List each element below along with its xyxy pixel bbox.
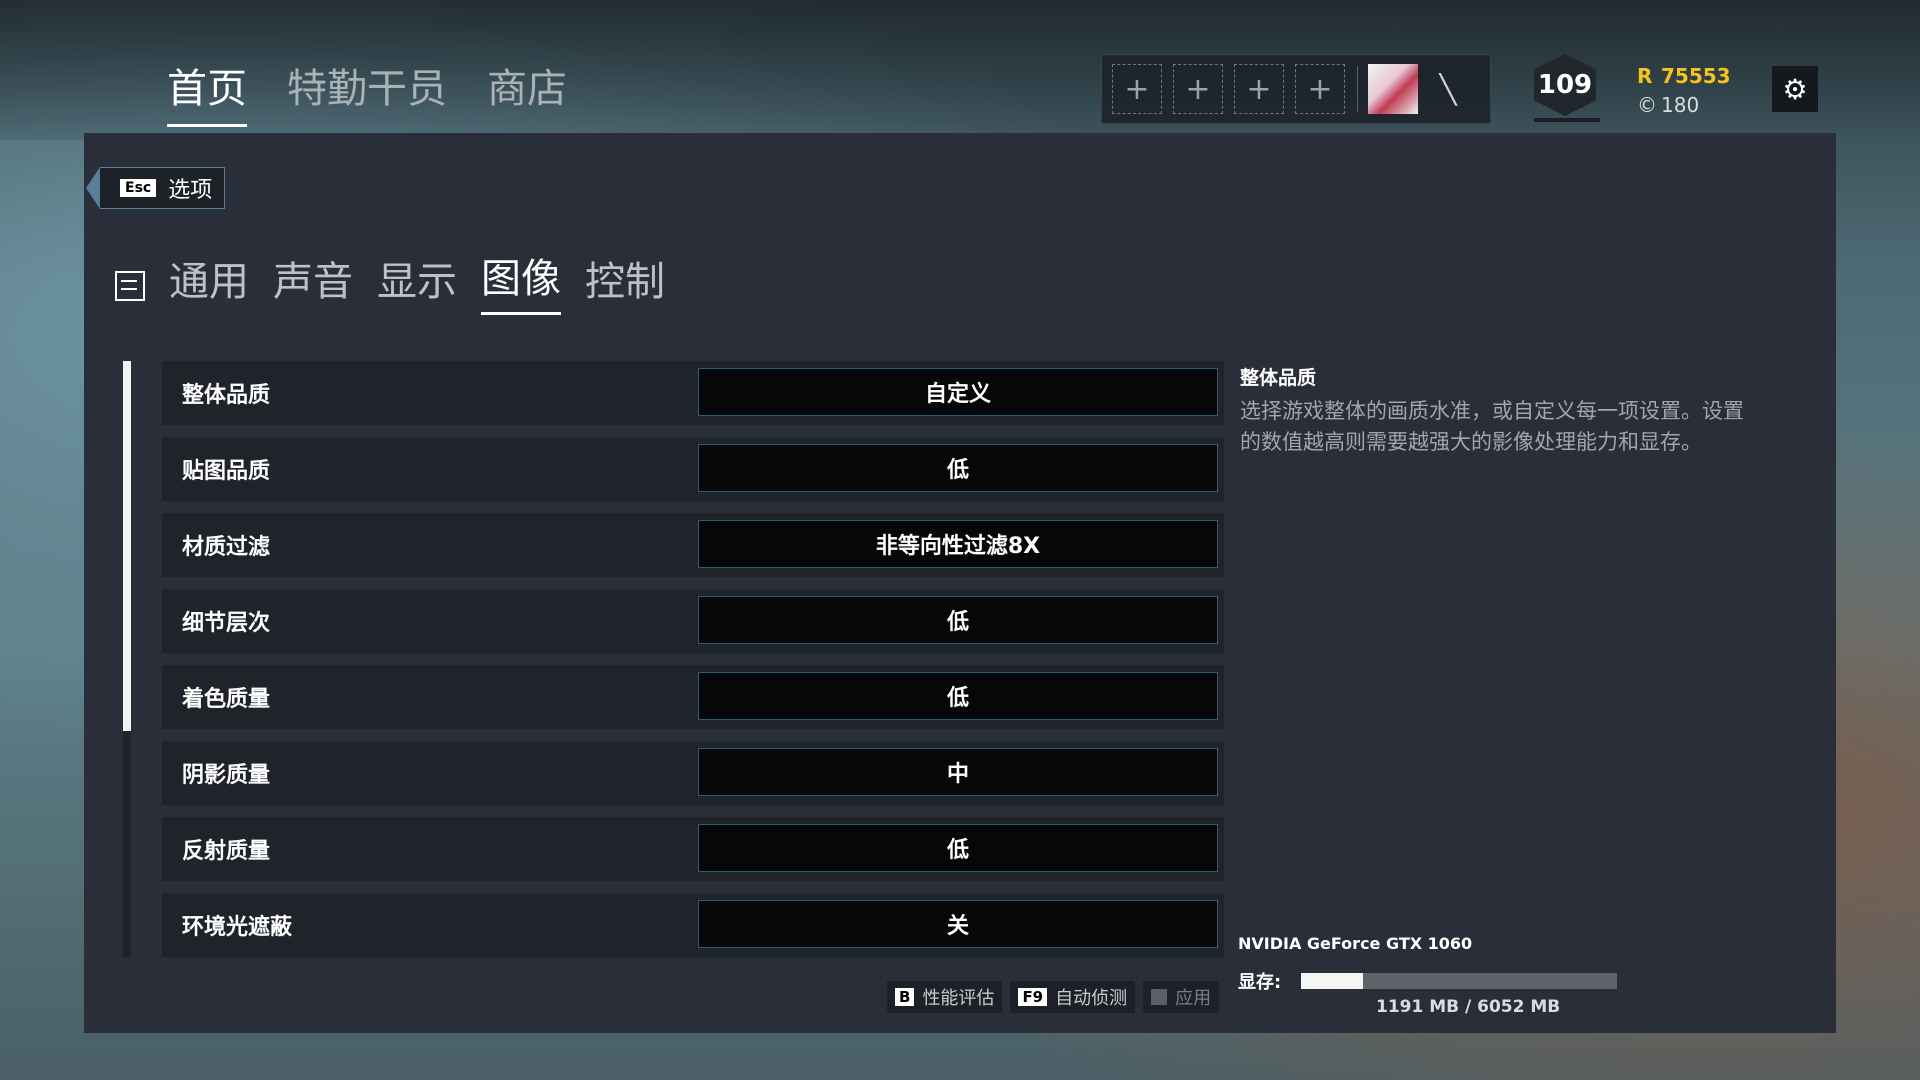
knife-icon: ╲ <box>1439 72 1457 106</box>
setting-label: 贴图品质 <box>182 459 271 484</box>
benchmark-button[interactable]: B 性能评估 <box>887 981 1003 1013</box>
setting-value-selector[interactable]: 中 <box>698 748 1218 796</box>
gpu-name: NVIDIA GeForce GTX 1060 <box>1238 934 1473 953</box>
setting-value-selector[interactable]: 低 <box>698 824 1218 872</box>
setting-label: 着色质量 <box>182 687 271 712</box>
plus-icon: + <box>1246 71 1272 107</box>
invite-slot-2[interactable]: + <box>1173 64 1223 114</box>
setting-label: 材质过滤 <box>182 535 271 560</box>
tab-operators[interactable]: 特勤干员 <box>287 56 447 127</box>
setting-value-selector[interactable]: 低 <box>698 444 1218 492</box>
setting-label: 反射质量 <box>182 839 271 864</box>
setting-value-selector[interactable]: 自定义 <box>698 368 1218 416</box>
tab-controls[interactable]: 控制 <box>585 249 665 315</box>
key-space-icon <box>1151 989 1168 1005</box>
auto-detect-label: 自动侦测 <box>1055 988 1128 1009</box>
apply-button[interactable]: 应用 <box>1143 981 1220 1013</box>
squad-panel: + + + + ╲ <box>1101 54 1491 124</box>
renown-row: © 180 <box>1637 91 1731 120</box>
setting-label: 阴影质量 <box>182 763 271 788</box>
vram-bar <box>1301 973 1617 989</box>
key-f9-icon: F9 <box>1018 988 1048 1006</box>
esc-key-icon: Esc <box>120 179 157 197</box>
currency-display: R 75553 © 180 <box>1637 62 1731 120</box>
settings-gear-button[interactable]: ⚙ <box>1772 66 1818 112</box>
credits-value: 75553 <box>1661 64 1731 88</box>
setting-label: 环境光遮蔽 <box>182 915 293 940</box>
plus-icon: + <box>1307 71 1333 107</box>
gear-icon: ⚙ <box>1782 72 1808 106</box>
player-avatar[interactable] <box>1368 64 1418 114</box>
esc-back-button[interactable]: Esc 选项 <box>85 167 226 209</box>
renown-value: 180 <box>1661 93 1700 117</box>
setting-row-lod[interactable]: 细节层次 低 <box>162 589 1224 653</box>
player-level[interactable]: 109 <box>1534 54 1600 122</box>
setting-row-shadow-quality[interactable]: 阴影质量 中 <box>162 741 1224 805</box>
setting-value-selector[interactable]: 低 <box>698 596 1218 644</box>
main-nav: 首页 特勤干员 商店 <box>167 56 567 127</box>
action-buttons: B 性能评估 F9 自动侦测 应用 <box>887 981 1220 1013</box>
divider <box>1357 66 1358 112</box>
options-tabs: 通用 声音 显示 图像 控制 <box>115 246 689 315</box>
credits-row: R 75553 <box>1637 62 1731 91</box>
tab-home[interactable]: 首页 <box>167 56 247 127</box>
vram-label: 显存: <box>1238 972 1282 993</box>
setting-value-selector[interactable]: 非等向性过滤8X <box>698 520 1218 568</box>
plus-icon: + <box>1185 71 1211 107</box>
tab-display[interactable]: 显示 <box>377 249 457 315</box>
setting-label: 整体品质 <box>182 383 271 408</box>
renown-icon: © <box>1637 93 1657 117</box>
setting-label: 细节层次 <box>182 611 271 636</box>
setting-value-selector[interactable]: 关 <box>698 900 1218 948</box>
benchmark-label: 性能评估 <box>922 988 995 1009</box>
credits-icon: R <box>1637 64 1653 88</box>
level-badge: 109 <box>1534 54 1596 116</box>
setting-row-shading-quality[interactable]: 着色质量 低 <box>162 665 1224 729</box>
vram-bar-fill <box>1301 973 1364 989</box>
setting-row-texture-quality[interactable]: 贴图品质 低 <box>162 437 1224 501</box>
setting-row-overall-quality[interactable]: 整体品质 自定义 <box>162 361 1224 425</box>
description-title: 整体品质 <box>1240 367 1317 389</box>
vram-usage-text: 1191 MB / 6052 MB <box>1376 997 1561 1017</box>
esc-label: 选项 <box>168 178 213 203</box>
key-b-icon: B <box>895 988 915 1006</box>
plus-icon: + <box>1124 71 1150 107</box>
invite-slot-3[interactable]: + <box>1234 64 1284 114</box>
level-progress-bar <box>1534 118 1600 122</box>
tab-audio[interactable]: 声音 <box>273 249 353 315</box>
tab-store[interactable]: 商店 <box>487 56 567 127</box>
auto-detect-button[interactable]: F9 自动侦测 <box>1010 981 1136 1013</box>
setting-row-reflection-quality[interactable]: 反射质量 低 <box>162 817 1224 881</box>
tab-switch-icon[interactable] <box>115 271 145 301</box>
invite-slot-4[interactable]: + <box>1295 64 1345 114</box>
apply-label: 应用 <box>1175 988 1212 1009</box>
tab-general[interactable]: 通用 <box>169 249 249 315</box>
invite-slot-1[interactable]: + <box>1112 64 1162 114</box>
setting-row-ambient-occlusion[interactable]: 环境光遮蔽 关 <box>162 893 1224 957</box>
scrollbar-thumb[interactable] <box>123 361 131 731</box>
description-text: 选择游戏整体的画质水准，或自定义每一项设置。设置的数值越高则需要越强大的影像处理… <box>1240 399 1744 454</box>
setting-row-texture-filtering[interactable]: 材质过滤 非等向性过滤8X <box>162 513 1224 577</box>
setting-value-selector[interactable]: 低 <box>698 672 1218 720</box>
tab-graphics[interactable]: 图像 <box>481 246 561 315</box>
